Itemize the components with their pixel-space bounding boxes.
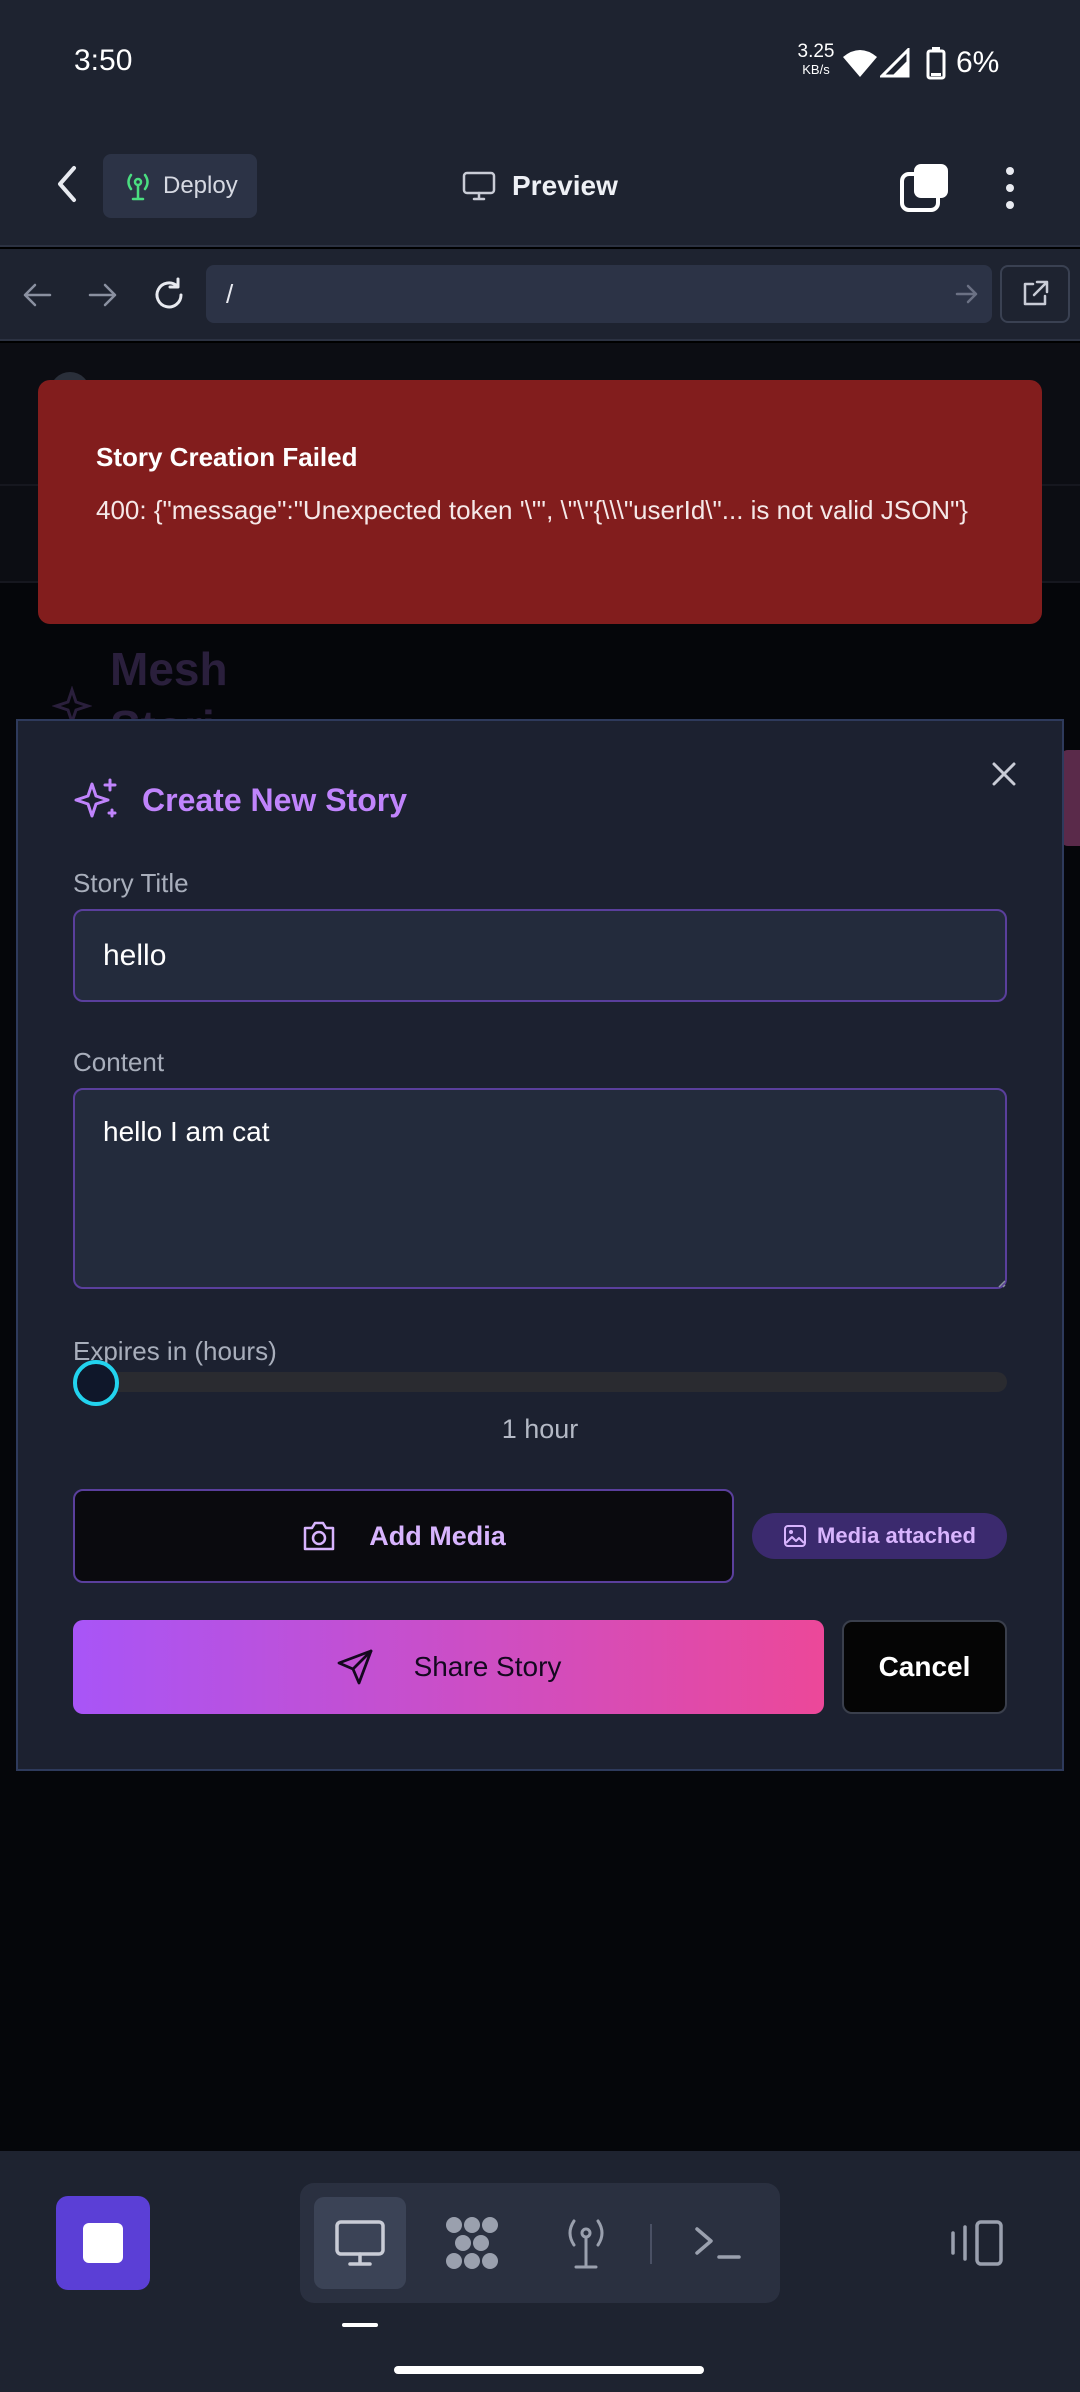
- story-title-input[interactable]: hello: [73, 909, 1007, 1002]
- network-speed-value: 3.25: [797, 41, 835, 62]
- browser-forward-button[interactable]: [78, 270, 128, 320]
- preview-label: Preview: [512, 170, 618, 201]
- reload-button[interactable]: [144, 270, 194, 320]
- expires-value: 1 hour: [501, 1414, 579, 1444]
- sparkles-icon: [74, 778, 117, 818]
- backdrop-brand-line1: Mesh: [110, 643, 228, 695]
- toast-title: Story Creation Failed: [96, 442, 358, 472]
- monitor-icon: [335, 2220, 385, 2266]
- nodes-icon: [446, 2217, 498, 2269]
- battery-icon: [926, 47, 946, 80]
- deploy-button[interactable]: Deploy: [103, 154, 257, 218]
- status-bar: [0, 0, 1080, 130]
- active-tab-indicator: [342, 2323, 378, 2327]
- external-link-icon: [1023, 280, 1049, 306]
- dialog-title: Create New Story: [142, 781, 407, 818]
- camera-icon: [303, 1521, 335, 1551]
- url-input[interactable]: /: [206, 265, 992, 323]
- add-media-label: Add Media: [369, 1520, 506, 1551]
- expires-slider-thumb[interactable]: [73, 1360, 119, 1406]
- dock-separator: [650, 2224, 652, 2264]
- media-attached-badge: Media attached: [752, 1513, 1007, 1559]
- content-value: hello I am cat: [103, 1116, 270, 1147]
- share-story-button[interactable]: Share Story: [73, 1620, 824, 1714]
- back-button[interactable]: [40, 152, 94, 216]
- dialog-header: Create New Story: [72, 776, 407, 824]
- stop-button[interactable]: [56, 2196, 150, 2290]
- dock-deploy-button[interactable]: [540, 2197, 632, 2289]
- dock-workflows-button[interactable]: [426, 2197, 518, 2289]
- close-icon: [992, 762, 1016, 786]
- send-icon: [337, 1649, 372, 1685]
- antenna-icon: [568, 2219, 604, 2269]
- battery-percentage: 6%: [956, 46, 1000, 79]
- arrow-right-icon: [88, 283, 117, 307]
- split-view-button[interactable]: [946, 2212, 1008, 2274]
- url-input-value: /: [226, 278, 234, 309]
- browser-back-button[interactable]: [12, 270, 62, 320]
- open-in-new-tab-button[interactable]: [1000, 265, 1070, 323]
- kebab-dot: [1006, 167, 1014, 175]
- cancel-button[interactable]: Cancel: [842, 1620, 1007, 1714]
- kebab-dot: [1006, 184, 1014, 192]
- terminal-icon: [695, 2227, 741, 2259]
- story-title-value: hello: [103, 938, 167, 972]
- status-time: 3:50: [74, 44, 133, 77]
- arrow-left-icon: [23, 283, 52, 307]
- resize-handle-icon[interactable]: [996, 1278, 1006, 1288]
- add-media-button[interactable]: Add Media: [73, 1489, 734, 1583]
- split-view-icon: [951, 2220, 1003, 2266]
- cancel-label: Cancel: [878, 1651, 971, 1682]
- image-icon: [784, 1525, 807, 1547]
- more-options-button[interactable]: [990, 160, 1030, 216]
- close-dialog-button[interactable]: [982, 752, 1026, 796]
- tabs-icon: [900, 164, 948, 212]
- preview-tab-title[interactable]: Preview: [462, 164, 618, 208]
- content-label: Content: [73, 1047, 165, 1077]
- deploy-label: Deploy: [163, 172, 238, 199]
- expires-slider-track[interactable]: [73, 1372, 1007, 1392]
- chevron-left-icon: [58, 166, 76, 202]
- tabs-button[interactable]: [898, 160, 954, 216]
- content-textarea[interactable]: hello I am cat: [73, 1088, 1007, 1289]
- antenna-icon: [127, 173, 149, 201]
- home-indicator[interactable]: [394, 2366, 704, 2374]
- reload-icon: [155, 277, 183, 309]
- toast-message: 400: {"message":"Unexpected token '\"', …: [96, 495, 968, 525]
- dock-preview-button[interactable]: [314, 2197, 406, 2289]
- network-speed-unit: KB/s: [802, 62, 830, 77]
- monitor-icon: [462, 171, 496, 201]
- cellular-signal-icon: [880, 48, 910, 78]
- url-go-button[interactable]: [942, 269, 992, 319]
- story-title-label: Story Title: [73, 868, 189, 898]
- kebab-dot: [1006, 201, 1014, 209]
- arrow-right-icon: [955, 284, 978, 304]
- error-toast[interactable]: Story Creation Failed 400: {"message":"U…: [38, 380, 1042, 624]
- share-story-label: Share Story: [413, 1651, 562, 1682]
- wifi-icon: [843, 50, 877, 77]
- dock-shell-button[interactable]: [672, 2197, 764, 2289]
- media-attached-label: Media attached: [817, 1523, 976, 1548]
- network-speed: 3.25 KB/s: [794, 42, 838, 76]
- stop-icon: [83, 2223, 123, 2263]
